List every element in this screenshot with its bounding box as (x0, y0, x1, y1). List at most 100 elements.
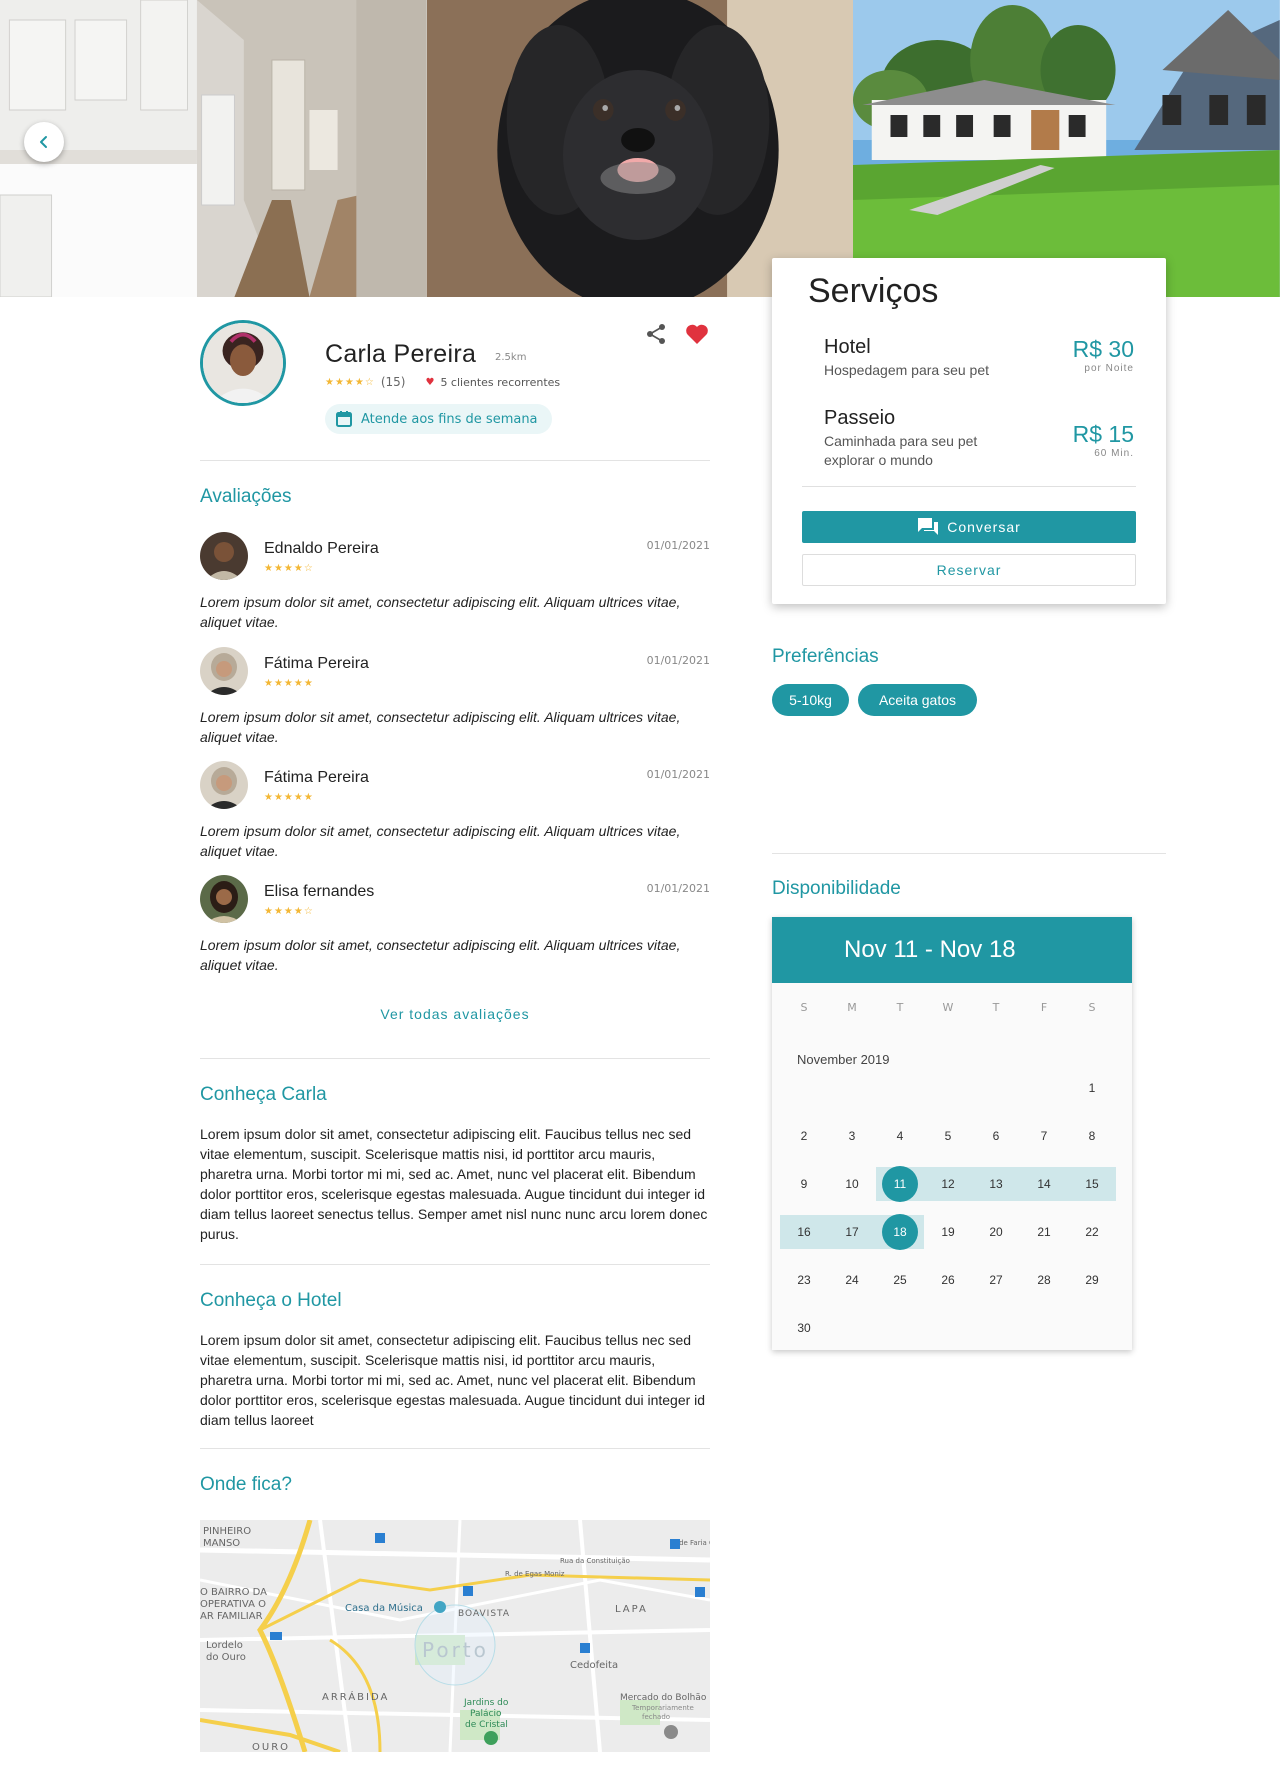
map-label: Cedofeita (570, 1660, 618, 1671)
metro-icon (375, 1533, 385, 1543)
calendar-weekday: S (800, 1001, 808, 1014)
service-price: R$ 30 por Noite (1073, 336, 1134, 374)
reviewer-name: Ednaldo Pereira (264, 540, 379, 557)
calendar-day[interactable]: 20 (978, 1214, 1014, 1250)
about-title: Conheça Carla (200, 1084, 327, 1105)
favorite-heart-icon[interactable] (685, 323, 709, 345)
calendar-day[interactable]: 2 (786, 1118, 822, 1154)
service-price-value: R$ 15 (1072, 421, 1134, 447)
services-card: Serviços Hotel Hospedagem para seu pet R… (772, 258, 1166, 604)
weekend-badge-label: Atende aos fins de semana (361, 411, 538, 427)
map-label: MANSO (203, 1538, 240, 1549)
metro-icon (580, 1643, 590, 1653)
calendar-day[interactable]: 19 (930, 1214, 966, 1250)
rating-stars: ★★★★☆ (325, 376, 375, 388)
hotel-text: Lorem ipsum dolor sit amet, consectetur … (200, 1332, 706, 1428)
calendar-day[interactable]: 1 (1074, 1070, 1110, 1106)
calendar-day[interactable]: 27 (978, 1262, 1014, 1298)
map-label: do Ouro (206, 1652, 246, 1663)
book-button[interactable]: Reservar (802, 554, 1136, 586)
back-button[interactable] (24, 122, 64, 162)
calendar-day[interactable]: 26 (930, 1262, 966, 1298)
calendar-day[interactable]: 11 (882, 1166, 918, 1202)
calendar-day[interactable]: 5 (930, 1118, 966, 1154)
divider (772, 853, 1166, 854)
review-stars: ★★★★★ (264, 678, 314, 689)
review-item: Ednaldo Pereira ★★★★☆ 01/01/2021 Lorem i… (200, 532, 710, 642)
hero-gallery (0, 0, 1280, 297)
calendar-day[interactable]: 22 (1074, 1214, 1110, 1250)
calendar-day[interactable]: 24 (834, 1262, 870, 1298)
service-desc: Caminhada para seu pet explorar o mundo (824, 433, 978, 468)
review-stars: ★★★★★ (264, 792, 314, 803)
calendar-weekday: S (1088, 1001, 1096, 1014)
calendar-day[interactable]: 16 (786, 1214, 822, 1250)
calendar-day[interactable]: 4 (882, 1118, 918, 1154)
reviewer-avatar (200, 532, 248, 580)
calendar-day[interactable]: 18 (882, 1214, 918, 1250)
calendar-day[interactable]: 10 (834, 1166, 870, 1202)
review-date: 01/01/2021 (646, 539, 710, 552)
review-date: 01/01/2021 (646, 768, 710, 781)
map-city-label: Porto (422, 1638, 489, 1662)
reviewer-avatar (200, 875, 248, 923)
reviewer-name: Elisa fernandes (264, 883, 375, 900)
share-icon[interactable] (645, 323, 667, 345)
calendar-day[interactable]: 29 (1074, 1262, 1110, 1298)
review-item: Fátima Pereira ★★★★★ 01/01/2021 Lorem ip… (200, 647, 710, 757)
service-desc: Hospedagem para seu pet (824, 362, 989, 378)
divider (200, 460, 710, 461)
review-date: 01/01/2021 (646, 654, 710, 667)
highway-badge-icon (270, 1632, 282, 1640)
reviewer-avatar (200, 761, 248, 809)
profile-name: Carla Pereira (325, 340, 477, 368)
map-label: O BAIRRO DA (200, 1587, 267, 1598)
calendar-weekday: F (1040, 1001, 1048, 1014)
review-date: 01/01/2021 (646, 882, 710, 895)
location-title: Onde fica? (200, 1474, 292, 1495)
map-label: PINHEIRO (203, 1526, 251, 1537)
small-heart-icon: ♥ (425, 376, 435, 388)
review-item: Elisa fernandes ★★★★☆ 01/01/2021 Lorem i… (200, 875, 710, 985)
calendar-day[interactable]: 17 (834, 1214, 870, 1250)
calendar-day[interactable]: 3 (834, 1118, 870, 1154)
metro-icon (695, 1587, 705, 1597)
calendar-day[interactable]: 28 (1026, 1262, 1062, 1298)
calendar-day[interactable]: 8 (1074, 1118, 1110, 1154)
map-label: BOAVISTA (458, 1609, 510, 1619)
calendar-day[interactable]: 9 (786, 1166, 822, 1202)
calendar-weekday: T (992, 1001, 1000, 1014)
calendar-day[interactable]: 13 (978, 1166, 1014, 1202)
profile-distance: 2.5km (495, 352, 527, 363)
calendar-day[interactable]: 15 (1074, 1166, 1110, 1202)
calendar-day[interactable]: 25 (882, 1262, 918, 1298)
hero-photo-house (853, 0, 1280, 297)
map-label: R. de Egas Moniz (505, 1570, 565, 1578)
calendar-day[interactable]: 23 (786, 1262, 822, 1298)
review-stars: ★★★★☆ (264, 563, 314, 574)
location-map[interactable]: PINHEIRO MANSO O BAIRRO DA OPERATIVA O A… (200, 1520, 710, 1752)
service-price-unit: por Noite (1084, 363, 1134, 374)
calendar-weekday: T (896, 1001, 904, 1014)
map-label: Jardins do (463, 1698, 509, 1708)
calendar-day[interactable]: 21 (1026, 1214, 1062, 1250)
calendar-day[interactable]: 14 (1026, 1166, 1062, 1202)
see-all-reviews-link[interactable]: Ver todas avaliações (200, 1006, 710, 1022)
review-stars: ★★★★☆ (264, 906, 314, 917)
chevron-left-icon (40, 136, 47, 148)
map-label: ARRÁBIDA (322, 1690, 389, 1703)
services-title: Serviços (808, 272, 939, 310)
map-label: Rua da Constituição (560, 1557, 630, 1565)
park-marker-icon (484, 1731, 498, 1745)
chat-button[interactable]: Conversar (802, 511, 1136, 543)
calendar-day[interactable]: 7 (1026, 1118, 1062, 1154)
calendar-day[interactable]: 6 (978, 1118, 1014, 1154)
preference-chip: 5-10kg (772, 684, 849, 716)
reviewer-avatar (200, 647, 248, 695)
calendar-day[interactable]: 12 (930, 1166, 966, 1202)
review-text: Lorem ipsum dolor sit amet, consectetur … (200, 594, 681, 630)
divider (802, 486, 1136, 487)
map-label: AR FAMILIAR (200, 1611, 263, 1622)
map-label: de Cristal (465, 1720, 508, 1730)
calendar-day[interactable]: 30 (786, 1310, 822, 1346)
